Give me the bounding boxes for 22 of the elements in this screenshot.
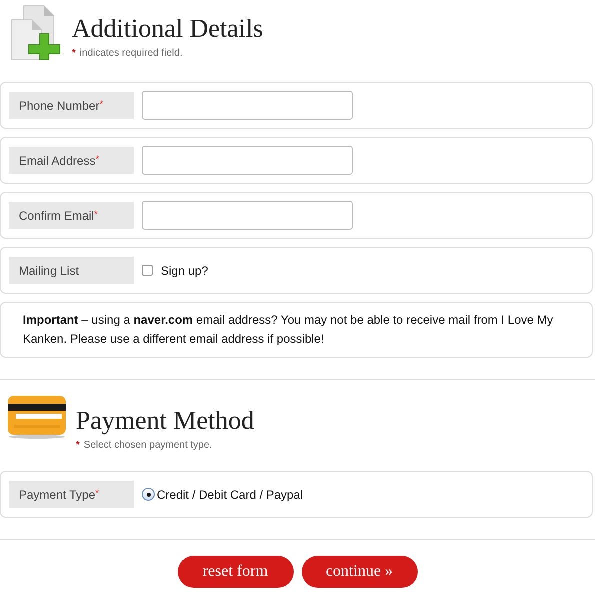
radio-button[interactable] (142, 488, 155, 501)
input-field[interactable] (142, 146, 353, 175)
reset-button[interactable]: reset form (178, 556, 294, 588)
field-label: Mailing List (9, 257, 134, 284)
required-asterisk: * (72, 47, 76, 61)
notice-text: Important – using a naver.com email address? You may not be able to receive mail from I Love My Kanken. Please use a different email address if possible! (0, 302, 593, 358)
credit-card-icon (6, 394, 68, 440)
legend-text: Select chosen payment type. (84, 439, 212, 453)
field-label: Phone Number* (9, 92, 134, 119)
section-title: Payment Method (76, 406, 254, 436)
input-field[interactable] (142, 91, 353, 120)
field-label: Payment Type* (9, 481, 134, 508)
field-label: Confirm Email* (9, 202, 134, 229)
input-field[interactable] (142, 201, 353, 230)
radio-label: Credit / Debit Card / Paypal (157, 486, 304, 504)
checkbox[interactable] (142, 265, 153, 276)
field-label: Email Address* (9, 147, 134, 174)
checkbox-label: Sign up? (161, 262, 208, 280)
required-asterisk: * (76, 439, 80, 453)
section-title: Additional Details (72, 14, 264, 44)
continue-button[interactable]: continue » (302, 556, 418, 588)
legend-text: indicates required field. (80, 47, 183, 61)
